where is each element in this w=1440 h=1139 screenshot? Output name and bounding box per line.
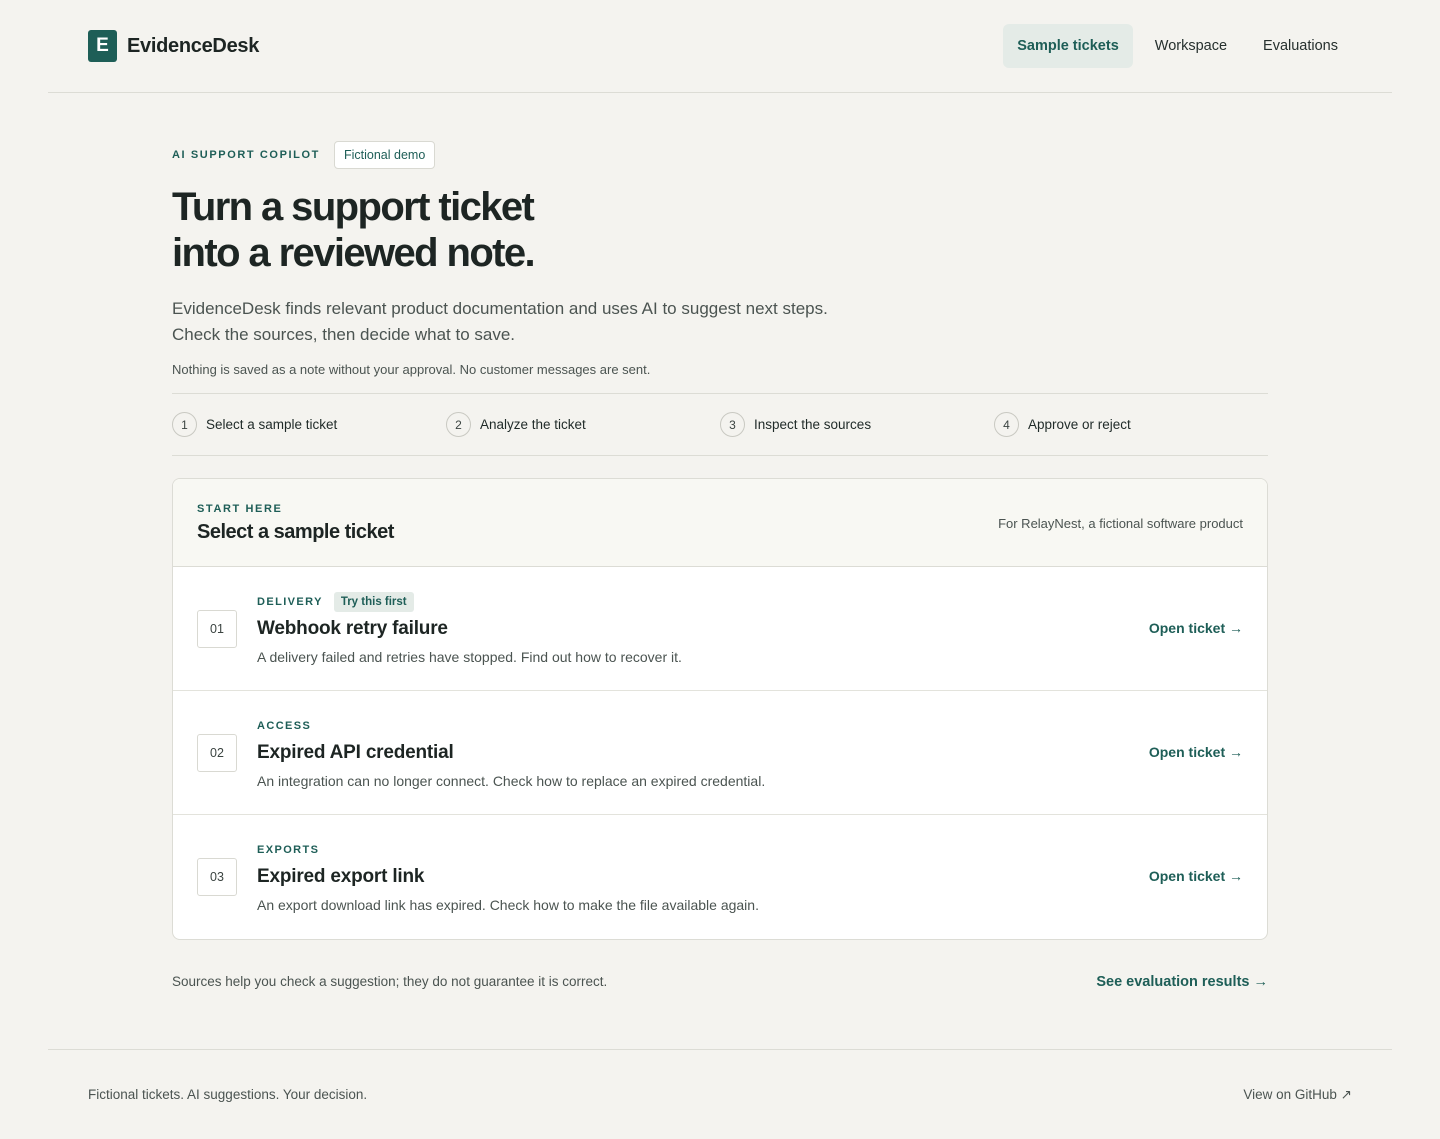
step-label: Analyze the ticket xyxy=(480,417,586,432)
ticket-row[interactable]: 01 DELIVERY Try this first Webhook retry… xyxy=(173,567,1267,691)
try-first-badge: Try this first xyxy=(333,592,414,612)
open-ticket-link[interactable]: Open ticket → xyxy=(1149,744,1243,760)
step-inspect: 3 Inspect the sources xyxy=(720,412,994,437)
ticket-number: 01 xyxy=(197,610,237,648)
github-link[interactable]: View on GitHub ↗ xyxy=(1243,1087,1352,1103)
card-product-note: For RelayNest, a fictional software prod… xyxy=(998,516,1243,531)
open-ticket-link[interactable]: Open ticket → xyxy=(1149,868,1243,884)
brand-name: EvidenceDesk xyxy=(127,34,260,57)
step-select: 1 Select a sample ticket xyxy=(172,412,446,437)
footer: Fictional tickets. AI suggestions. Your … xyxy=(48,1049,1392,1139)
nav-workspace[interactable]: Workspace xyxy=(1141,24,1241,68)
step-number: 4 xyxy=(994,412,1019,437)
sample-ticket-card: START HERE Select a sample ticket For Re… xyxy=(172,478,1268,940)
ticket-row[interactable]: 03 EXPORTS Expired export link An export… xyxy=(173,815,1267,939)
ticket-row[interactable]: 02 ACCESS Expired API credential An inte… xyxy=(173,691,1267,815)
ticket-description: An export download link has expired. Che… xyxy=(257,897,759,913)
page-title: Turn a support ticket into a reviewed no… xyxy=(172,184,692,276)
step-number: 1 xyxy=(172,412,197,437)
step-analyze: 2 Analyze the ticket xyxy=(446,412,720,437)
open-ticket-link[interactable]: Open ticket → xyxy=(1149,620,1243,636)
nav-evaluations[interactable]: Evaluations xyxy=(1249,24,1352,68)
ticket-body: DELIVERY Try this first Webhook retry fa… xyxy=(257,592,682,665)
step-label: Inspect the sources xyxy=(754,417,872,432)
step-label: Approve or reject xyxy=(1028,417,1131,432)
ticket-description: A delivery failed and retries have stopp… xyxy=(257,649,682,665)
ticket-title: Expired API credential xyxy=(257,742,454,763)
top-bar: E EvidenceDesk Sample tickets Workspace … xyxy=(48,0,1392,93)
ticket-title: Expired export link xyxy=(257,866,425,887)
ticket-category-row: DELIVERY Try this first xyxy=(257,592,682,612)
step-approve: 4 Approve or reject xyxy=(994,412,1268,437)
brand-logo[interactable]: E EvidenceDesk xyxy=(88,30,259,62)
ticket-number: 02 xyxy=(197,734,237,772)
fictional-demo-pill: Fictional demo xyxy=(333,141,436,169)
brand-mark-icon: E xyxy=(88,30,117,62)
sources-disclaimer: Sources help you check a suggestion; the… xyxy=(172,974,608,989)
ticket-category-row: EXPORTS xyxy=(257,840,759,860)
hero: AI SUPPORT COPILOT Fictional demo Turn a… xyxy=(172,141,1268,377)
evaluation-results-link[interactable]: See evaluation results → xyxy=(1096,974,1268,990)
page-title-line-1: Turn a support ticket xyxy=(172,185,535,229)
hero-eyebrow-row: AI SUPPORT COPILOT Fictional demo xyxy=(172,141,1268,169)
nav-sample-tickets[interactable]: Sample tickets xyxy=(1003,24,1133,68)
approval-note: Nothing is saved as a note without your … xyxy=(172,362,651,377)
card-header: START HERE Select a sample ticket For Re… xyxy=(173,479,1267,567)
footer-tagline: Fictional tickets. AI suggestions. Your … xyxy=(88,1087,368,1102)
hero-subtitle-line-1: EvidenceDesk finds relevant product docu… xyxy=(172,299,828,318)
step-number: 3 xyxy=(720,412,745,437)
ticket-body: EXPORTS Expired export link An export do… xyxy=(257,840,759,913)
ticket-category: ACCESS xyxy=(257,720,312,732)
steps-bar: 1 Select a sample ticket 2 Analyze the t… xyxy=(172,393,1268,456)
ticket-body: ACCESS Expired API credential An integra… xyxy=(257,716,765,789)
ticket-category: EXPORTS xyxy=(257,844,320,856)
main-nav: Sample tickets Workspace Evaluations xyxy=(995,24,1352,68)
page-title-line-2: into a reviewed note. xyxy=(172,231,536,275)
page: E EvidenceDesk Sample tickets Workspace … xyxy=(0,0,1440,1139)
step-number: 2 xyxy=(446,412,471,437)
card-title: Select a sample ticket xyxy=(197,521,394,543)
card-eyebrow: START HERE xyxy=(197,503,283,515)
ticket-number: 03 xyxy=(197,858,237,896)
hero-subtitle-line-2: Check the sources, then decide what to s… xyxy=(172,325,516,344)
hero-subtitle: EvidenceDesk finds relevant product docu… xyxy=(172,296,872,348)
ticket-category-row: ACCESS xyxy=(257,716,765,736)
step-label: Select a sample ticket xyxy=(206,417,338,432)
ticket-title: Webhook retry failure xyxy=(257,618,448,639)
ticket-description: An integration can no longer connect. Ch… xyxy=(257,773,766,789)
hero-eyebrow: AI SUPPORT COPILOT xyxy=(172,149,320,161)
ticket-category: DELIVERY xyxy=(257,596,323,608)
